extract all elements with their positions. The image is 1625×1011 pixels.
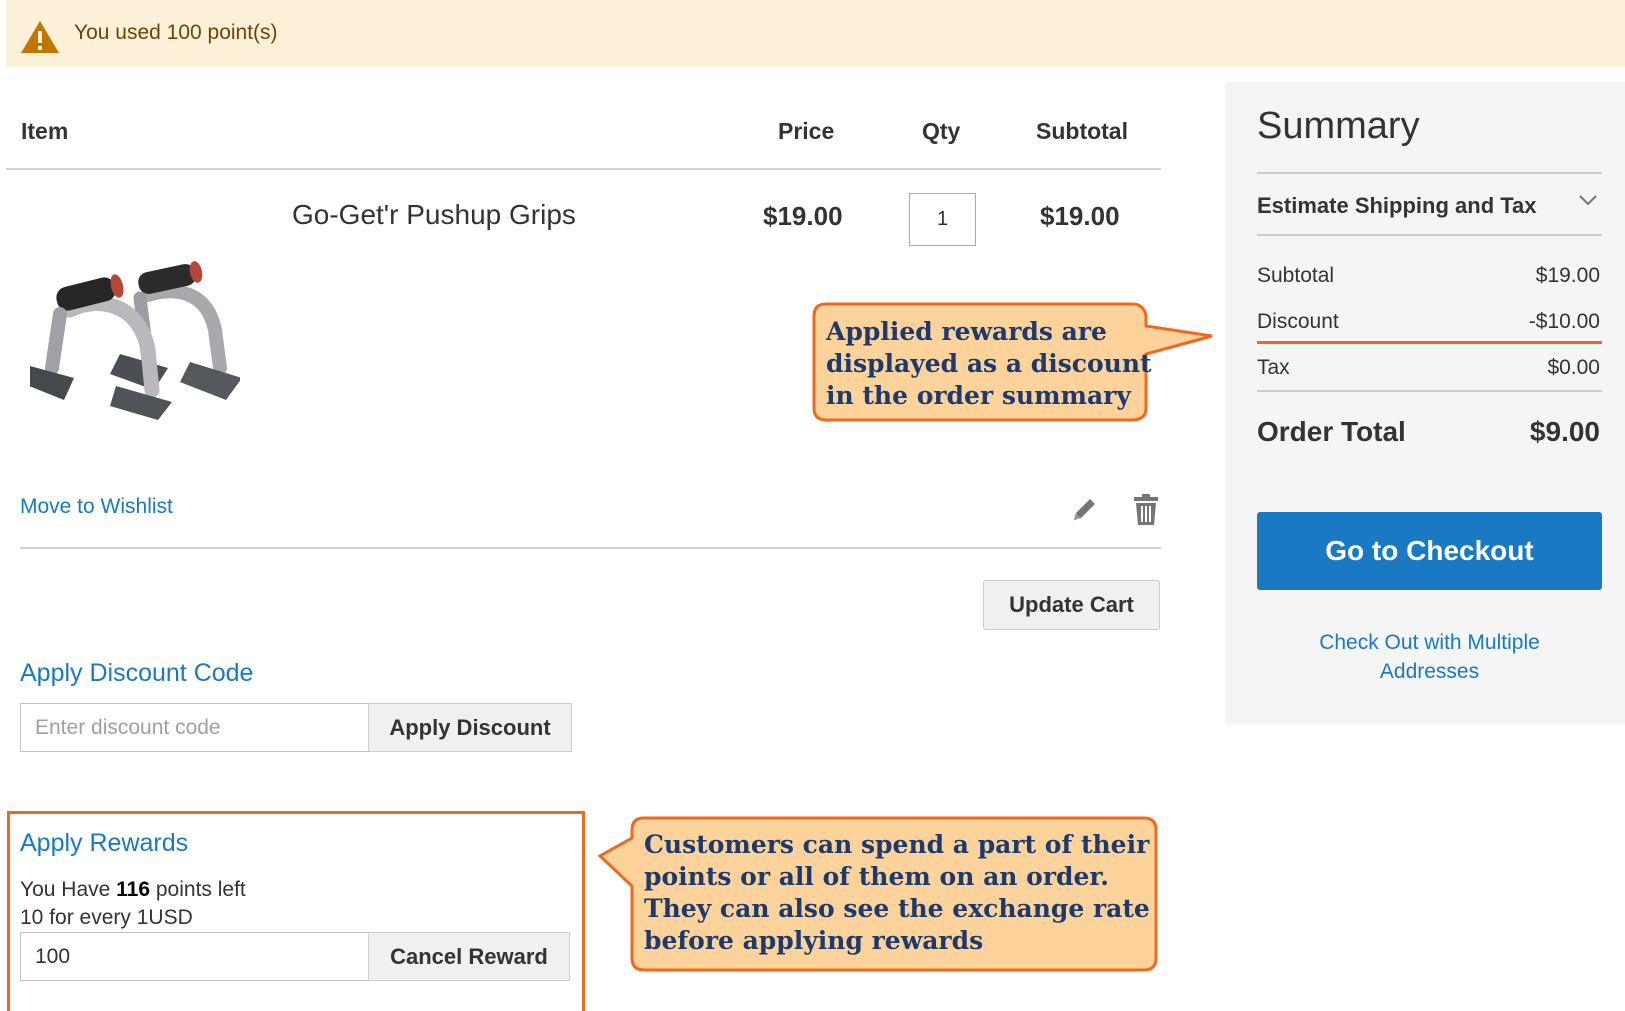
rewards-callout-text: Customers can spend a part of their poin… [644,829,1150,957]
rewards-callout-line: points or all of them on an order. [644,862,1109,891]
trash-icon[interactable] [1132,494,1160,526]
points-balance: You Have 116 points left [20,878,246,902]
notice-message: You used 100 point(s) [74,21,278,44]
update-cart-button[interactable]: Update Cart [983,580,1160,630]
pencil-icon[interactable] [1068,496,1098,526]
header-item: Item [21,118,69,144]
summary-title: Summary [1257,105,1420,147]
summary-callout-line: displayed as a discount [826,349,1152,378]
apply-rewards-toggle[interactable]: Apply Rewards [20,829,188,858]
row-divider [20,547,1161,549]
apply-discount-button[interactable]: Apply Discount [368,703,572,752]
summary-subtotal-label: Subtotal [1257,264,1335,287]
order-total-value: $9.00 [1529,416,1600,447]
rewards-callout-line: before applying rewards [644,926,984,955]
summary-tax-label: Tax [1257,356,1290,379]
apply-discount-toggle[interactable]: Apply Discount Code [20,659,253,688]
summary-callout-line: Applied rewards are [826,317,1107,346]
rewards-callout-line: They can also see the exchange rate [644,894,1150,923]
go-to-checkout-button[interactable]: Go to Checkout [1257,512,1602,590]
points-prefix: You Have [20,878,111,901]
multi-link-line1: Check Out with Multiple [1319,631,1540,654]
header-qty: Qty [922,118,961,144]
discount-code-input[interactable]: Enter discount code [20,703,369,752]
product-price: $19.00 [763,201,843,231]
estimate-shipping-toggle[interactable]: Estimate Shipping and Tax [1257,193,1537,219]
summary-tax-value: $0.00 [1547,356,1600,379]
summary-divider [1257,234,1602,236]
chevron-down-icon[interactable] [1578,193,1598,207]
points-count: 116 [116,878,151,901]
summary-divider [1257,390,1602,392]
exchange-rate: 10 for every 1USD [20,906,193,929]
product-image[interactable] [30,250,240,420]
move-to-wishlist-link[interactable]: Move to Wishlist [20,495,173,519]
points-suffix: points left [155,878,246,901]
order-total-label: Order Total [1257,416,1406,447]
multi-address-checkout-link[interactable]: Check Out with Multiple Addresses [1257,628,1602,686]
product-name-link[interactable]: Go-Get'r Pushup Grips [292,199,576,231]
warning-icon [21,21,59,53]
reward-points-input[interactable]: 100 [20,932,369,981]
product-subtotal: $19.00 [1040,201,1120,231]
summary-callout-text: Applied rewards are displayed as a disco… [826,316,1152,412]
summary-discount-value: -$10.00 [1528,310,1600,333]
multi-link-line2: Addresses [1379,660,1480,683]
discount-highlight-line [1257,341,1602,344]
rewards-callout-line: Customers can spend a part of their [644,830,1150,859]
summary-subtotal-value: $19.00 [1535,264,1600,287]
summary-callout-line: in the order summary [826,381,1131,410]
header-divider [6,168,1161,170]
summary-divider [1257,172,1602,174]
cancel-reward-button[interactable]: Cancel Reward [368,932,570,981]
header-price: Price [778,118,835,144]
header-subtotal: Subtotal [1036,118,1128,144]
qty-input[interactable]: 1 [909,193,976,246]
summary-discount-label: Discount [1257,310,1339,333]
